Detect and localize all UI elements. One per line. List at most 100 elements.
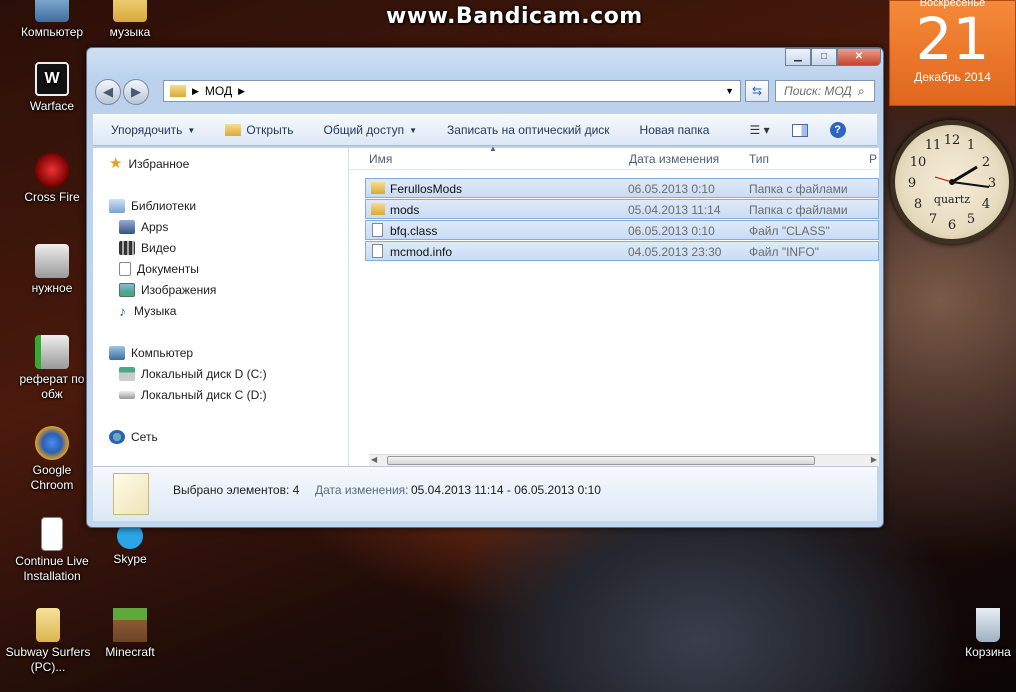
scroll-right-icon[interactable]: ▶ xyxy=(871,455,877,464)
nav-favorites[interactable]: ★ Избранное xyxy=(109,154,189,174)
minimize-button[interactable]: ▁ xyxy=(785,48,811,66)
desktop-icon-label: Minecraft xyxy=(105,645,155,659)
file-name: mods xyxy=(390,203,420,217)
nav-libraries[interactable]: Библиотеки xyxy=(109,196,196,216)
star-icon: ★ xyxy=(109,155,123,172)
nav-label: Компьютер xyxy=(131,346,194,360)
multi-file-icon xyxy=(113,473,149,515)
clock-number: 6 xyxy=(948,218,956,233)
file-row[interactable]: FerullosMods 06.05.2013 0:10 Папка с фай… xyxy=(365,178,879,198)
calendar-gadget[interactable]: Воскресенье 21 Декабрь 2014 xyxy=(889,0,1016,106)
nav-label: Документы xyxy=(137,262,199,276)
drive-icon xyxy=(119,367,135,381)
desktop-icon-computer[interactable]: Компьютер xyxy=(12,0,92,40)
nav-lib-pictures[interactable]: Изображения xyxy=(119,280,216,300)
address-dropdown-icon[interactable]: ▼ xyxy=(725,86,734,96)
date-range: 05.04.2013 11:14 - 06.05.2013 0:10 xyxy=(411,483,601,497)
breadcrumb-chevron-icon[interactable]: ▶ xyxy=(192,86,199,97)
desktop-icon-referat[interactable]: реферат по обж xyxy=(12,335,92,402)
scroll-thumb[interactable] xyxy=(387,456,815,465)
file-type: Папка с файлами xyxy=(749,203,848,217)
back-button[interactable]: ◀ xyxy=(95,79,121,105)
file-row[interactable]: mcmod.info 04.05.2013 23:30 Файл "INFO" xyxy=(365,241,879,261)
breadcrumb-chevron-icon[interactable]: ▶ xyxy=(238,86,245,97)
selected-count: Выбрано элементов: 4 xyxy=(173,483,300,497)
clock-gadget[interactable]: 12 1 2 3 4 5 6 7 8 9 10 11 quartz xyxy=(890,120,1014,244)
nav-label: Сеть xyxy=(131,430,158,444)
nav-label: Изображения xyxy=(141,283,217,297)
clock-number: 2 xyxy=(982,155,990,170)
column-size[interactable]: Р xyxy=(869,152,877,166)
desktop-icon-recycle-bin[interactable]: Корзина xyxy=(948,608,1016,660)
help-icon[interactable]: ? xyxy=(829,122,846,138)
music-note-icon: ♪ xyxy=(119,303,126,319)
details-pane: Выбрано элементов: 4 Дата изменения: 05.… xyxy=(93,466,877,521)
desktop-icon-continue-live[interactable]: Continue Live Installation xyxy=(12,517,92,584)
desktop-icon-warface[interactable]: W Warface xyxy=(12,62,92,114)
nav-drive-c[interactable]: Локальный диск C (D:) xyxy=(119,385,267,405)
desktop-icon-subway[interactable]: Subway Surfers (PC)... xyxy=(4,608,92,675)
desktop-icon-label: музыка xyxy=(109,25,151,39)
forward-button[interactable]: ▶ xyxy=(123,79,149,105)
view-options-icon[interactable]: ☰ ▾ xyxy=(749,123,769,137)
nav-label: Библиотеки xyxy=(131,199,197,213)
clock-number: 4 xyxy=(982,197,990,212)
column-type[interactable]: Тип xyxy=(749,152,769,166)
nav-lib-music[interactable]: ♪ Музыка xyxy=(119,301,176,321)
desktop-icon-chrome[interactable]: Google Chroom xyxy=(12,426,92,493)
nav-lib-video[interactable]: Видео xyxy=(119,238,176,258)
navigation-pane: ★ Избранное Библиотеки Apps Видео Докуме… xyxy=(93,148,349,466)
desktop-icon-label: Компьютер xyxy=(20,25,84,39)
nav-computer[interactable]: Компьютер xyxy=(109,343,193,363)
clock-number: 11 xyxy=(925,138,942,153)
nav-network[interactable]: Сеть xyxy=(109,427,158,447)
desktop-icon-nuzhnoe[interactable]: нужное xyxy=(12,244,92,296)
desktop-icon-minecraft[interactable]: Minecraft xyxy=(90,608,170,660)
nav-label: Музыка xyxy=(134,304,177,318)
column-name[interactable]: Имя xyxy=(369,152,392,166)
minute-hand xyxy=(951,181,990,188)
clock-center xyxy=(949,179,955,185)
folder-icon xyxy=(113,0,147,22)
preview-pane-icon[interactable] xyxy=(791,123,808,137)
column-date[interactable]: Дата изменения xyxy=(629,152,719,166)
nav-lib-apps[interactable]: Apps xyxy=(119,217,168,237)
burn-disc-button[interactable]: Записать на оптический диск xyxy=(447,123,610,137)
printer-icon xyxy=(35,244,69,278)
desktop-icon-crossfire[interactable]: Cross Fire xyxy=(12,153,92,205)
organize-button[interactable]: Упорядочить xyxy=(111,123,182,137)
nav-lib-documents[interactable]: Документы xyxy=(119,259,199,279)
file-row[interactable]: mods 05.04.2013 11:14 Папка с файлами xyxy=(365,199,879,219)
horizontal-scrollbar[interactable]: ◀ ▶ xyxy=(369,454,879,466)
bandicam-watermark: www.Bandicam.com xyxy=(386,4,643,29)
scroll-left-icon[interactable]: ◀ xyxy=(371,455,377,464)
address-bar[interactable]: ▶ МОД ▶ ▼ xyxy=(163,80,741,102)
refresh-button[interactable]: ⇆ xyxy=(745,80,769,102)
clock-face: 12 1 2 3 4 5 6 7 8 9 10 11 quartz xyxy=(908,133,996,233)
maximize-button[interactable]: □ xyxy=(811,48,837,66)
search-icon[interactable]: ⌕ xyxy=(858,84,865,99)
new-folder-button[interactable]: Новая папка xyxy=(640,123,710,137)
file-row[interactable]: bfq.class 06.05.2013 0:10 Файл "CLASS" xyxy=(365,220,879,240)
clock-number: 7 xyxy=(929,212,937,227)
clock-number: 3 xyxy=(988,176,996,191)
breadcrumb-folder[interactable]: МОД xyxy=(205,84,232,98)
open-button[interactable]: Открыть xyxy=(246,123,293,137)
share-button[interactable]: Общий доступ xyxy=(323,123,404,137)
browser-icon xyxy=(35,426,69,460)
clock-number: 10 xyxy=(910,155,927,170)
close-button[interactable]: ✕ xyxy=(837,48,881,66)
nav-label: Избранное xyxy=(128,157,190,171)
desktop-icon-label: нужное xyxy=(31,281,73,295)
folder-icon xyxy=(371,203,385,215)
command-bar: Упорядочить ▼ Открыть Общий доступ ▼ Зап… xyxy=(93,114,877,146)
file-list: Имя ▲ Дата изменения Тип Р FerullosMods … xyxy=(349,144,879,466)
library-icon xyxy=(109,199,125,213)
desktop-icon-music[interactable]: музыка xyxy=(90,0,170,40)
explorer-window[interactable]: ▁ □ ✕ ◀ ▶ ▶ МОД ▶ ▼ ⇆ Поиск: МОД ⌕ Упоря… xyxy=(86,47,884,528)
window-controls: ▁ □ ✕ xyxy=(785,48,881,66)
nav-drive-d[interactable]: Локальный диск D (C:) xyxy=(119,364,267,384)
nav-label: Локальный диск D (C:) xyxy=(141,367,267,381)
file-date: 05.04.2013 11:14 xyxy=(628,203,721,217)
nav-label: Apps xyxy=(141,220,169,234)
